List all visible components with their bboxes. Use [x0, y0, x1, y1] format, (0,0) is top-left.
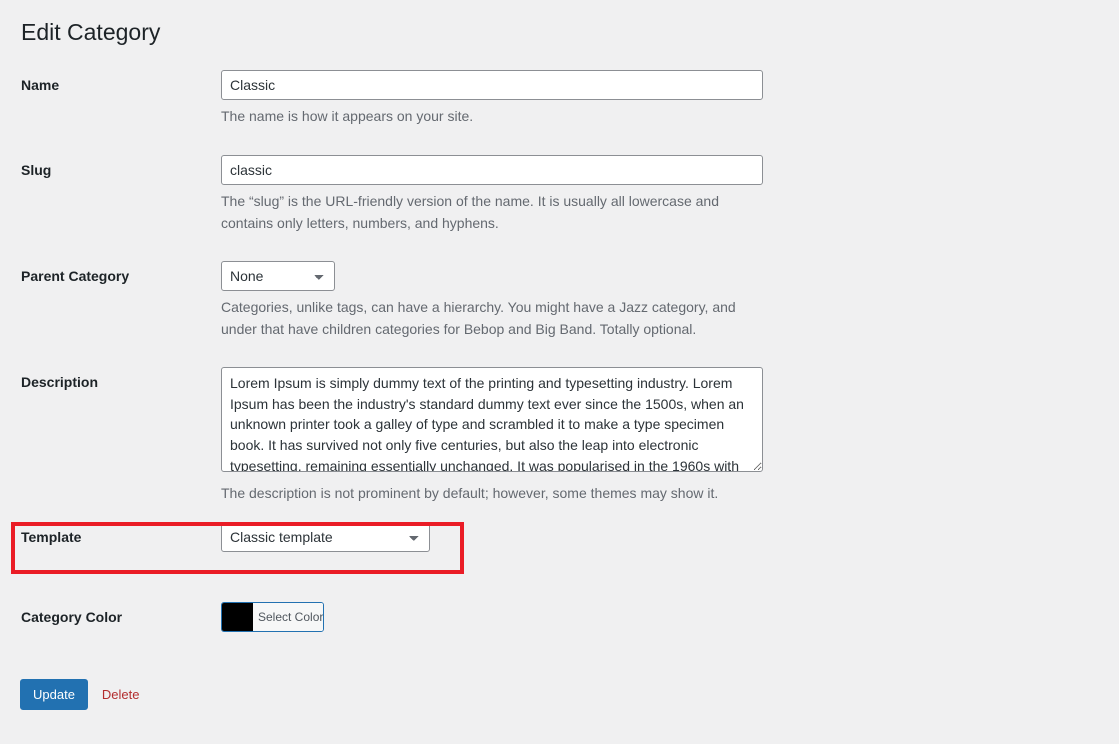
form-row-slug: Slug The “slug” is the URL-friendly vers… [0, 155, 1119, 234]
label-category-color: Category Color [21, 609, 123, 625]
page-title: Edit Category [21, 19, 161, 45]
template-select[interactable]: Classic template [221, 522, 430, 552]
label-parent-category: Parent Category [21, 268, 130, 284]
slug-help-text: The “slug” is the URL-friendly version o… [221, 193, 719, 231]
description-help-text: The description is not prominent by defa… [221, 485, 719, 501]
form-row-category-color: Category Color Select Color [0, 602, 1119, 636]
field-category-color: Select Color [221, 602, 1119, 636]
form-actions: Update Delete [20, 679, 140, 710]
parent-category-help-text: Categories, unlike tags, can have a hier… [221, 299, 736, 337]
form-row-description: Description Lorem Ipsum is simply dummy … [0, 367, 1119, 505]
select-color-label[interactable]: Select Color [253, 603, 323, 631]
parent-category-select[interactable]: None [221, 261, 335, 291]
label-template: Template [21, 529, 82, 545]
label-slug: Slug [21, 162, 52, 178]
label-description: Description [21, 374, 99, 390]
field-name: The name is how it appears on your site. [221, 70, 1119, 128]
form-row-name: Name The name is how it appears on your … [0, 70, 1119, 128]
color-swatch[interactable] [222, 603, 253, 631]
name-help-text: The name is how it appears on your site. [221, 108, 474, 124]
field-template: Classic template [221, 522, 1119, 552]
label-name: Name [21, 77, 60, 93]
color-picker-button[interactable]: Select Color [221, 602, 324, 632]
name-input[interactable] [221, 70, 763, 100]
update-button[interactable]: Update [20, 679, 88, 710]
delete-link[interactable]: Delete [102, 687, 140, 702]
field-parent-category: None Categories, unlike tags, can have a… [221, 261, 1119, 340]
description-textarea[interactable]: Lorem Ipsum is simply dummy text of the … [221, 367, 763, 472]
field-description: Lorem Ipsum is simply dummy text of the … [221, 367, 1119, 505]
form-row-parent-category: Parent Category None Categories, unlike … [0, 261, 1119, 340]
slug-input[interactable] [221, 155, 763, 185]
form-row-template: Template Classic template [0, 522, 1119, 552]
field-slug: The “slug” is the URL-friendly version o… [221, 155, 1119, 234]
